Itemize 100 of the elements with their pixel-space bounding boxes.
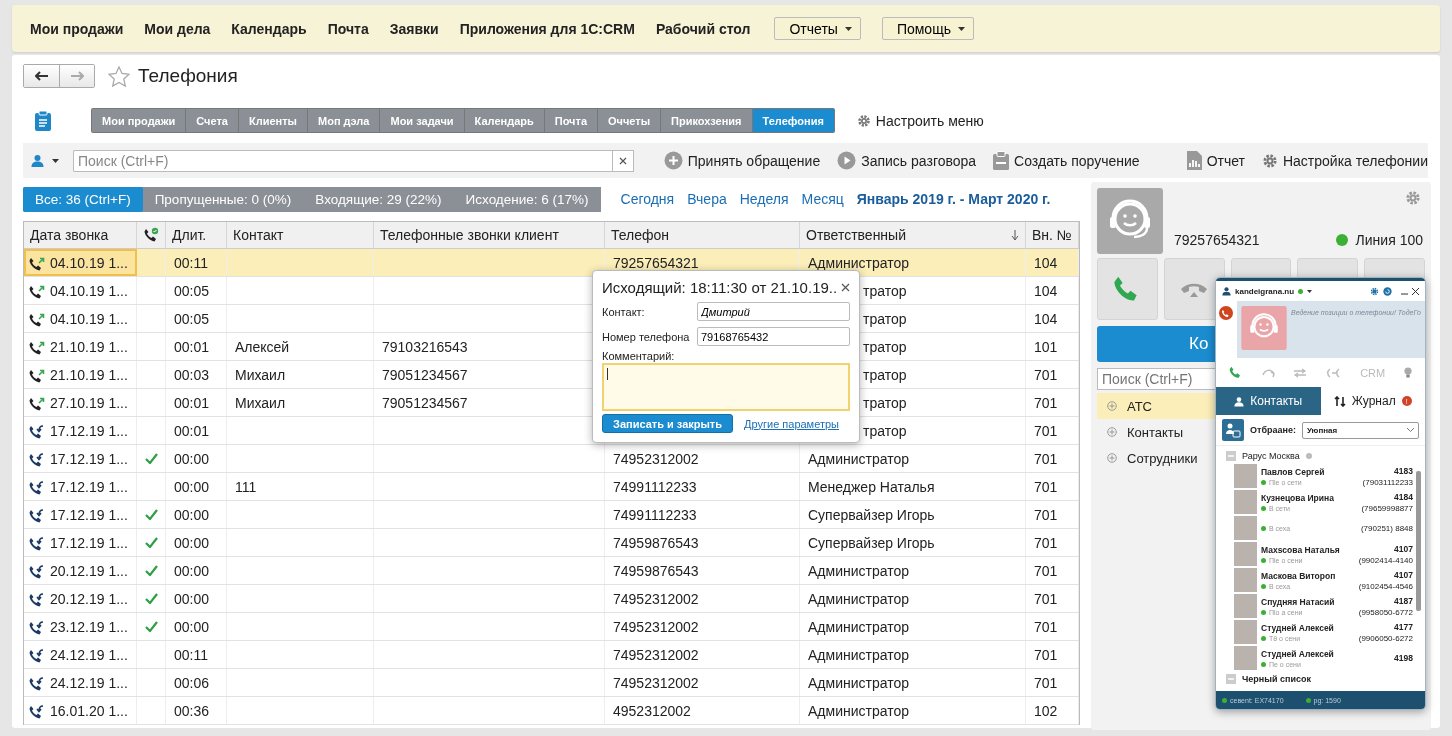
contact-name: Студней Алексей	[1261, 622, 1335, 633]
column-title: Телефон	[611, 227, 670, 243]
table-cell: Администратор	[800, 669, 1026, 696]
date-text: 20.12.19 1...	[50, 562, 128, 579]
date-text: 24.12.19 1...	[50, 674, 128, 691]
date-text: 17.12.19 1...	[50, 450, 128, 467]
table-cell: 701	[1026, 417, 1079, 444]
contact-phone: (79659998877	[1361, 503, 1413, 513]
date-text: 24.12.19 1...	[50, 646, 128, 663]
table-cell: 701	[1026, 585, 1079, 612]
tree-label: Сотрудники	[1127, 450, 1198, 466]
table-cell: 74952312002	[605, 613, 800, 640]
field-label: Контакт:	[602, 305, 645, 318]
table-cell: 74952312002	[605, 669, 800, 696]
date-text: 17.12.19 1...	[50, 478, 128, 495]
table-cell: Администратор	[800, 445, 1026, 472]
table-cell: 00:01	[166, 333, 227, 360]
line-label: Линия 100	[1355, 232, 1423, 248]
table-cell: 701	[1026, 389, 1079, 416]
contact-phone: (79031112233	[1362, 477, 1413, 487]
table-cell: 00:01	[166, 417, 227, 444]
extension-number: 4187	[1394, 595, 1413, 606]
table-cell: 74959876543	[605, 557, 800, 584]
column-title: Вн. №	[1032, 227, 1072, 243]
table-cell: 00:00	[166, 585, 227, 612]
table-cell: 00:05	[166, 277, 227, 304]
extension-number: 4177	[1394, 621, 1413, 632]
column-title: Дата звонка	[30, 227, 109, 243]
contact-name: Маxsсова Наталья	[1261, 544, 1341, 555]
column-title: Контакт	[233, 227, 284, 243]
date-text: 23.12.19 1...	[50, 618, 128, 635]
contact-phone: (790251) 8848	[1360, 523, 1413, 533]
date-text: 21.10.19 1...	[50, 366, 128, 383]
column-title: Ответственный	[806, 227, 906, 243]
table-cell: 00:00	[166, 473, 227, 500]
table-cell: 74952312002	[605, 641, 800, 668]
extension-number: 4107	[1394, 569, 1413, 580]
table-cell: 00:00	[166, 529, 227, 556]
column-title: Длит.	[172, 227, 207, 243]
table-cell: 111	[227, 473, 374, 500]
contact-name: Студней Алексей	[1261, 648, 1335, 659]
group-name: Черный список	[1242, 673, 1311, 684]
extension-number: 4183	[1394, 465, 1413, 476]
table-cell: Михаил	[227, 389, 374, 416]
contact-phone: (9906050-6272	[1358, 633, 1413, 643]
extension-number: 4198	[1394, 653, 1413, 663]
table-cell: 00:11	[166, 249, 227, 276]
table-cell: 74991112233	[605, 501, 800, 528]
table-cell: 00:00	[166, 557, 227, 584]
table-cell: 4952312002	[605, 697, 800, 724]
field-label: Номер телефона	[602, 330, 690, 343]
extension-number: 4107	[1394, 543, 1413, 554]
date-text: 21.10.19 1...	[50, 338, 128, 355]
table-cell: Алексей	[227, 333, 374, 360]
table-cell: 00:05	[166, 305, 227, 332]
account-name: kandeigrana.nu	[1235, 286, 1295, 296]
table-cell: Администратор	[800, 697, 1026, 724]
contact-phone: (9958050-6772	[1358, 607, 1413, 617]
table-cell: 104	[1026, 277, 1079, 304]
group-name: Рарус Москва	[1242, 450, 1300, 461]
date-text: 04.10.19 1...	[50, 310, 128, 327]
table-cell: 104	[1026, 249, 1079, 276]
tree-label: Контакты	[1127, 424, 1184, 440]
date-text: 04.10.19 1...	[50, 254, 128, 271]
table-cell: 701	[1026, 445, 1079, 472]
date-text: 04.10.19 1...	[50, 282, 128, 299]
table-cell: 00:03	[166, 361, 227, 388]
table-cell: 00:11	[166, 641, 227, 668]
contact-name: Спудняя Натасий	[1261, 596, 1336, 607]
table-cell: Михаил	[227, 361, 374, 388]
table-cell: 74959876543	[605, 529, 800, 556]
table-cell: 701	[1026, 361, 1079, 388]
table-cell: 701	[1026, 613, 1079, 640]
table-cell: 701	[1026, 669, 1079, 696]
table-cell: 00:06	[166, 669, 227, 696]
page-title: Телефония	[138, 65, 238, 87]
table-cell: 74952312002	[605, 585, 800, 612]
table-cell: 00:00	[166, 613, 227, 640]
date-text: 16.01.20 1...	[50, 702, 128, 719]
date-text: 17.12.19 1...	[50, 422, 128, 439]
table-cell: 701	[1026, 529, 1079, 556]
field-label: Комментарий:	[602, 350, 676, 362]
phone-number: 79257654321	[1174, 232, 1260, 248]
table-cell: Администратор	[800, 641, 1026, 668]
table-cell: 00:00	[166, 445, 227, 472]
table-cell: 701	[1026, 557, 1079, 584]
date-text: 27.10.19 1...	[50, 394, 128, 411]
contact-phone: (9902414-4140	[1358, 555, 1413, 565]
date-text: 17.12.19 1...	[50, 534, 128, 551]
table-cell: 74991112233	[605, 473, 800, 500]
table-cell: 104	[1026, 305, 1079, 332]
column-title: Телефонные звонки клиент	[380, 227, 559, 243]
table-cell: 00:36	[166, 697, 227, 724]
table-cell: Менеджер Наталья	[800, 473, 1026, 500]
table-cell: 701	[1026, 501, 1079, 528]
table-cell: 701	[1026, 473, 1079, 500]
table-cell: Администратор	[800, 585, 1026, 612]
table-cell: Супервайзер Игорь	[800, 529, 1026, 556]
table-cell: Администратор	[800, 613, 1026, 640]
table-cell: Супервайзер Игорь	[800, 501, 1026, 528]
